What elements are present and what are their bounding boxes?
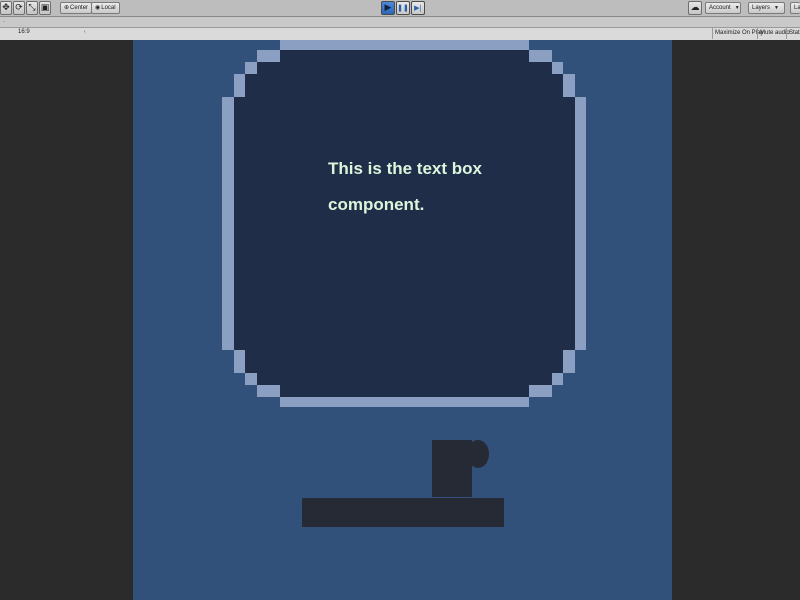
play-button[interactable]: ▶ [381,1,395,15]
account-dropdown[interactable]: Account ▼ [705,2,741,14]
text-box-line-1: This is the text box [328,159,482,178]
aspect-caret-icon: ‹ [84,29,86,35]
move-tool-icon[interactable]: ✥ [0,1,12,15]
text-box-text: This is the text box component. [328,151,528,223]
text-box-fill [234,50,575,397]
chevron-down-icon: ▼ [774,5,779,11]
ground-platform [302,498,504,527]
space-label: Local [101,5,116,11]
layout-label: La [794,5,800,11]
rotate-tool-icon[interactable]: ⟳ [13,1,25,15]
layout-dropdown[interactable]: La [790,2,800,14]
layers-dropdown[interactable]: Layers ▼ [748,2,785,14]
text-box-line-2: component. [328,195,425,214]
character-head [467,440,489,468]
game-tab-strip: . [0,17,800,28]
game-scene[interactable]: This is the text box component. [133,40,672,600]
rect-tool-icon[interactable]: ▣ [39,1,51,15]
pivot-icon: ⊕ [64,5,70,11]
cloud-icon[interactable]: ☁ [688,1,702,15]
character-body [432,440,472,497]
pause-button[interactable]: ❚❚ [396,1,410,15]
step-button[interactable]: ▶| [411,1,425,15]
chevron-down-icon: ▼ [734,5,740,11]
aspect-ratio-dropdown[interactable]: 16:9 [18,29,30,35]
display-indicator: . [3,18,5,24]
pivot-center-toggle[interactable]: ⊕Center [60,2,93,14]
game-view-header: . 16:9 ‹ Maximize On Play Mute audio Sta… [0,17,800,40]
local-space-icon: ◉ [95,5,101,11]
editor-toolbar: ✥ ⟳ ⤡ ▣ ⊕Center ◉Local ▶ ❚❚ ▶| ☁ Account… [0,0,800,17]
layers-label: Layers [752,5,771,11]
space-local-toggle[interactable]: ◉Local [91,2,120,14]
account-label: Account [709,5,731,11]
pivot-label: Center [70,5,89,11]
stats-toggle[interactable]: Stats [786,28,800,39]
game-viewport: This is the text box component. [0,40,800,600]
game-view-options: 16:9 ‹ Maximize On Play Mute audio Stats [0,28,800,40]
scale-tool-icon[interactable]: ⤡ [26,1,38,15]
